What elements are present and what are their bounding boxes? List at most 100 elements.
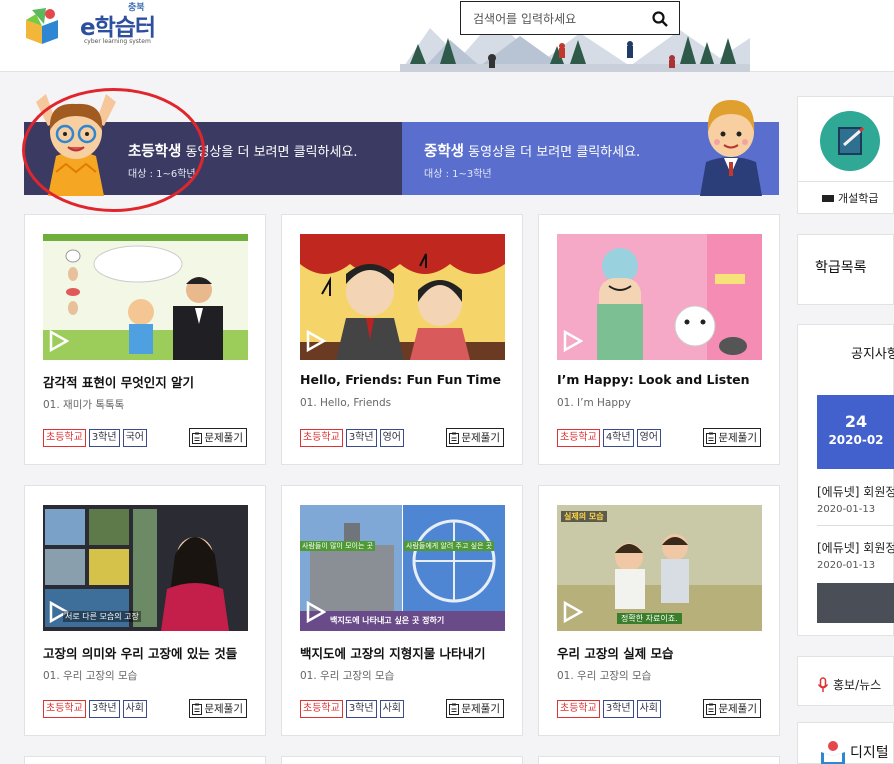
video-unit: 01. 우리 고장의 모습 [557,670,652,682]
video-unit: 01. 우리 고장의 모습 [43,670,138,682]
thumbnail-caption: 정확한 자료이죠. [617,613,682,624]
notice-item-date: 2020-01-13 [817,560,876,571]
grade-tag: 3학년 [88,700,120,718]
middle-student-character [700,100,762,196]
quiz-label: 문제풀기 [204,703,243,715]
digital-link[interactable]: 디지털 [820,740,889,764]
video-thumbnail[interactable]: 실제의 모습 정확한 자료이죠. [557,505,762,631]
video-thumbnail[interactable]: 사람들이 많이 모이는 곳 사람들에게 알려 주고 싶은 곳 백지도에 나타내고… [300,505,505,631]
video-tags: 초등학교 3학년 사회 [43,700,147,718]
grade-tag: 3학년 [602,700,634,718]
thumbnail-label-left: 사람들이 많이 모이는 곳 [300,541,376,551]
thumbnail-caption: 서로 다른 모습의 고장 [63,611,141,622]
quiz-button[interactable]: 문제풀기 [189,428,247,447]
clipboard-icon [449,432,460,444]
school-tag: 초등학교 [300,700,343,718]
quiz-button[interactable]: 문제풀기 [189,699,247,718]
thumbnail-label-right: 사람들에게 알려 주고 싶은 곳 [404,541,495,551]
video-card[interactable]: 사람들이 많이 모이는 곳 사람들에게 알려 주고 싶은 곳 백지도에 나타내고… [281,485,523,736]
video-title[interactable]: 고장의 의미와 우리 고장에 있는 것들 [43,643,263,662]
video-unit: 01. 재미가 톡톡톡 [43,399,125,411]
notice-item[interactable]: [에듀넷] 회원정보 2020-01-13 [817,483,894,515]
video-thumbnail[interactable] [557,234,762,360]
open-class-link[interactable]: 개설학급 [822,190,878,206]
news-panel[interactable]: 홍보/뉴스 [797,656,894,706]
video-card[interactable]: 서로 다른 모습의 고장 고장의 의미와 우리 고장에 있는 것들 01. 우리… [24,485,266,736]
keyboard-icon [822,194,834,202]
divider [798,181,894,182]
quiz-button[interactable]: 문제풀기 [703,428,761,447]
open-class-panel[interactable]: 개설학급 [797,96,894,214]
notice-month: 2020-02 [828,433,884,447]
quiz-label: 문제풀기 [461,432,500,444]
video-unit: 01. Hello, Friends [300,397,392,409]
clipboard-icon [706,432,717,444]
video-tags: 초등학교 3학년 영어 [300,429,404,447]
digital-textbook-icon [821,741,845,764]
class-list-panel[interactable]: 학급목록 [797,234,894,305]
video-title[interactable]: 우리 고장의 실제 모습 [557,643,777,662]
play-icon[interactable] [561,330,583,352]
school-tag: 초등학교 [557,700,600,718]
header: 충북 e학습터 cyber learning system [0,0,894,72]
notice-title[interactable]: 공지사항 [851,343,894,362]
video-title[interactable]: I’m Happy: Look and Listen [557,372,777,387]
clipboard-icon [192,432,203,444]
notice-item-title: [에듀넷] 회원정보 [817,485,894,499]
video-card[interactable]: Hello, Friends: Fun Fun Time 01. Hello, … [281,214,523,465]
video-thumbnail[interactable] [43,234,248,360]
clipboard-icon [706,703,717,715]
clipboard-icon [449,703,460,715]
video-card[interactable] [281,756,523,764]
middle-banner-target: 대상 : 1~3학년 [424,169,492,180]
play-icon[interactable] [304,330,326,352]
notice-date-badge[interactable]: 24 2020-02 [817,395,894,469]
play-icon[interactable] [304,601,326,623]
divider [817,525,894,526]
grade-tag: 4학년 [602,429,634,447]
search-icon[interactable] [651,10,669,28]
clipboard-icon [192,703,203,715]
notice-item-title: [에듀넷] 회원정보 [817,541,894,555]
video-tags: 초등학교 3학년 사회 [557,700,661,718]
video-card[interactable]: I’m Happy: Look and Listen 01. I’m Happy… [538,214,780,465]
video-title[interactable]: Hello, Friends: Fun Fun Time [300,372,520,387]
quiz-button[interactable]: 문제풀기 [703,699,761,718]
subject-tag: 사회 [379,700,404,718]
notice-item-date: 2020-01-13 [817,504,876,515]
subject-tag: 사회 [122,700,147,718]
search-input[interactable] [473,11,643,27]
middle-banner-title: 중학생 동영상을 더 보려면 클릭하세요. [424,144,641,160]
video-thumbnail[interactable]: 서로 다른 모습의 고장 [43,505,248,631]
video-tags: 초등학교 3학년 국어 [43,429,147,447]
video-card[interactable]: 감각적 표현이 무엇인지 알기 01. 재미가 톡톡톡 초등학교 3학년 국어 … [24,214,266,465]
video-thumbnail[interactable] [300,234,505,360]
notice-item[interactable]: [에듀넷] 회원정보 2020-01-13 [817,539,894,571]
video-unit: 01. I’m Happy [557,397,631,409]
quiz-label: 문제풀기 [204,432,243,444]
play-icon[interactable] [561,601,583,623]
quiz-button[interactable]: 문제풀기 [446,428,504,447]
open-class-label: 개설학급 [838,192,879,205]
notice-banner[interactable] [817,583,894,623]
video-title[interactable]: 백지도에 고장의 지형지물 나타내기 [300,643,520,662]
subject-tag: 영어 [379,429,404,447]
site-logo[interactable]: 충북 e학습터 cyber learning system [24,0,174,50]
logo-title: e학습터 [80,15,156,41]
thumbnail-caption: 백지도에 나타내고 싶은 곳 정하기 [330,616,445,625]
video-card[interactable]: 실제의 모습 정확한 자료이죠. 우리 고장의 실제 모습 01. 우리 고장의… [538,485,780,736]
subject-tag: 사회 [636,700,661,718]
video-card[interactable] [538,756,780,764]
logo-subtitle: cyber learning system [84,38,151,45]
grade-tag: 3학년 [345,700,377,718]
digital-panel[interactable]: 디지털 [797,722,894,764]
thumbnail-label-top: 실제의 모습 [561,511,607,522]
news-link[interactable]: 홍보/뉴스 [817,676,881,693]
grade-tag: 3학년 [88,429,120,447]
microphone-icon [817,676,829,692]
play-icon[interactable] [47,330,69,352]
class-list-title[interactable]: 학급목록 [815,257,867,277]
video-title[interactable]: 감각적 표현이 무엇인지 알기 [43,372,263,391]
quiz-button[interactable]: 문제풀기 [446,699,504,718]
video-card[interactable] [24,756,266,764]
